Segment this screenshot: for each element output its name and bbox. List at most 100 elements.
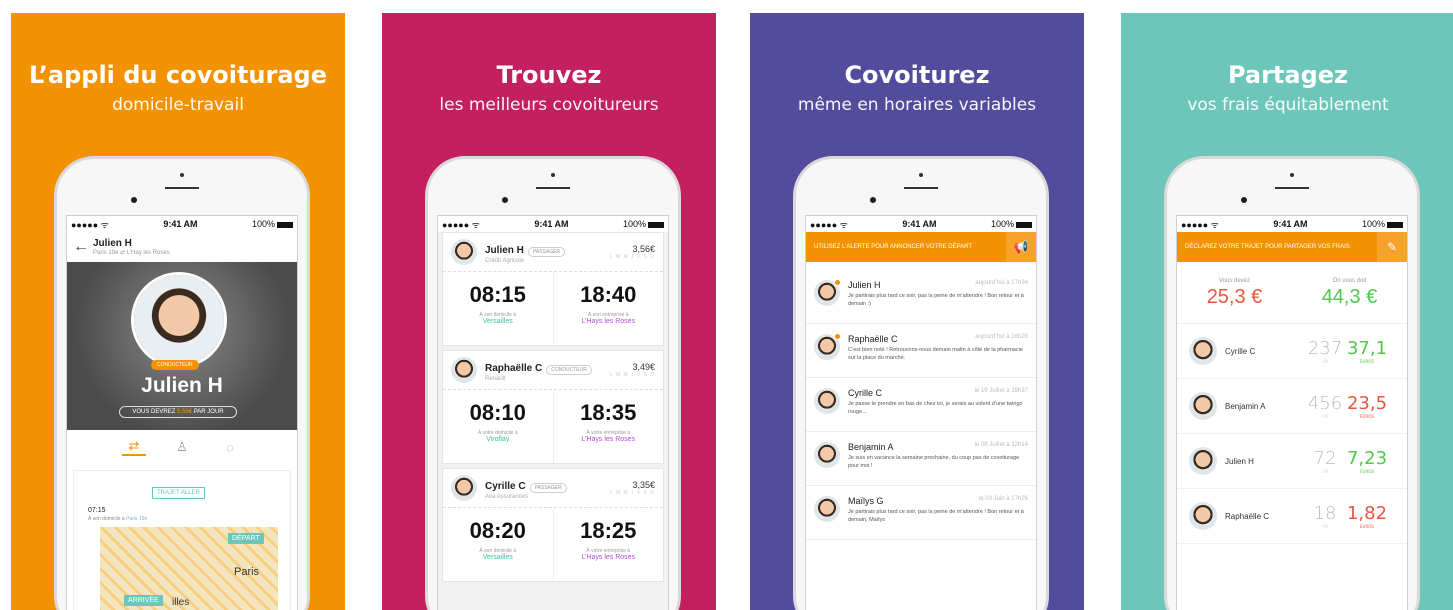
status-bar: ●●●●● ᯤ 9:41 AM 100% (67, 216, 297, 232)
phone-camera (131, 197, 137, 203)
message-top: Maïlys G le 03 Juin à 17h26 (848, 496, 1028, 506)
message-item[interactable]: Maïlys G le 03 Juin à 17h26 Je partirais … (806, 486, 1036, 540)
ride-card[interactable]: Julien H PASSAGER Crédit Agricole 3,56€ L … (442, 232, 664, 346)
km-unit: KM (1321, 359, 1329, 364)
departure-place: Versailles (482, 318, 513, 325)
back-arrow-icon[interactable]: ← (73, 238, 93, 256)
message-item[interactable]: Cyrille C le 19 Juillet à 19h37 Je passe … (806, 378, 1036, 432)
expense-name: Raphaëlle C (1225, 511, 1270, 521)
megaphone-icon[interactable]: 📢 (1006, 232, 1036, 262)
message-body: Cyrille C le 19 Juillet à 19h37 Je passe … (848, 388, 1028, 421)
panel-subtitle: même en horaires variables (797, 95, 1037, 115)
expense-euros-value: 37,1 (1346, 338, 1388, 359)
arrival: 18:25 À votre entreprise à L’Hays les Rose… (552, 508, 664, 581)
departure: 08:20 À son domicile à Versailles (443, 508, 553, 581)
ride-card[interactable]: Raphaëlle C CONDUCTEUR Renault 3,49€ L M M… (442, 350, 664, 464)
trip-origin: À son domicile à Paris 19e (88, 516, 147, 522)
message-top: Benjamin A le 08 Juillet à 12h14 (848, 442, 1028, 452)
battery-icon (1016, 221, 1032, 228)
avatar (1189, 447, 1217, 475)
ride-company: Axa Assurances (485, 494, 529, 500)
ride-price-block: 3,35€ L M M J V S D (610, 480, 655, 496)
ride-company: Renault (485, 376, 506, 382)
arrival: 18:35 À votre entreprise à L’Hays les Rose… (552, 390, 664, 463)
battery: 100% (991, 219, 1032, 229)
carrier-signal: ●●●●● ᯤ (1181, 219, 1219, 230)
carrier-signal: ●●●●● ᯤ (71, 219, 109, 230)
ride-card[interactable]: Cyrille C PASSAGER Axa Assurances 3,35€ L … (442, 468, 664, 582)
message-item[interactable]: Benjamin A le 08 Juillet à 12h14 Je suis … (806, 432, 1036, 486)
expense-euros: 1,82 EUROS (1345, 503, 1389, 529)
message-body: Julien H aujourd’hui à 17h34 Je partirais… (848, 280, 1028, 313)
message-date: aujourd’hui à 17h34 (975, 280, 1028, 286)
profile-tabs: ⇄ ♙ ◌ (67, 430, 297, 464)
panel-carpool: Covoiturez même en horaires variables ●●… (750, 13, 1084, 610)
status-bar: ●●●●● ᯤ 9:41 AM 100% (1177, 216, 1407, 232)
ride-times: 08:10 À votre domicile à Viroflay 18:35 À v… (443, 389, 663, 463)
battery-icon (277, 221, 293, 228)
message-top: Raphaëlle C aujourd’hui à 16h28 (848, 334, 1028, 344)
phone-sensor (551, 173, 555, 177)
expense-km: 18 KM (1305, 503, 1345, 529)
daily-cost-amount: 5,56€ (177, 409, 193, 415)
ride-times: 08:20 À son domicile à Versailles 18:25 À v… (443, 507, 663, 581)
phone-speaker (1275, 187, 1309, 189)
profile-name: Julien H (93, 238, 132, 249)
edit-icon[interactable]: ✎ (1377, 232, 1407, 262)
panel-intro: L’appli du covoiturage domicile-travail … (11, 13, 345, 610)
expense-row[interactable]: Raphaëlle C 18 KM 1,82 EUROS (1177, 489, 1407, 544)
phone-speaker (904, 187, 938, 189)
ride-name: Raphaëlle C (485, 363, 543, 374)
message-sender: Cyrille C (848, 388, 883, 398)
panel-title: L’appli du covoiturage (29, 61, 327, 89)
trip-card: TRAJET ALLER 07:15 À son domicile à Pari… (73, 470, 291, 610)
expense-km: 237 KM (1305, 338, 1345, 364)
message-date: le 03 Juin à 17h26 (978, 496, 1028, 502)
declare-trip-banner[interactable]: DÉCLAREZ VOTRE TRAJET POUR PARTAGER VOS … (1177, 232, 1407, 262)
avatar (451, 475, 477, 501)
user-icon[interactable]: ♙ (170, 439, 194, 455)
avatar (814, 496, 840, 522)
route-icon[interactable]: ⇄ (122, 438, 146, 456)
avatar (451, 239, 477, 265)
departure-alert-banner[interactable]: UTILISEZ L’ALERTE POUR ANNONCER VOTRE DÉ… (806, 232, 1036, 262)
message-text: Je partirais plus tard ce soir, pas la p… (848, 509, 1024, 523)
owe-value: 25,3 € (1206, 286, 1263, 308)
phone-sensor (1290, 173, 1294, 177)
expense-km-value: 456 (1307, 393, 1343, 414)
ride-days: L M M J V S D (609, 254, 655, 260)
chat-icon[interactable]: ◌ (218, 440, 242, 455)
phone-screen: ●●●●● ᯤ 9:41 AM 100% ← Julien H Paris 19… (66, 215, 298, 610)
battery-label: 100% (622, 219, 646, 229)
phone-speaker (165, 187, 199, 189)
message-top: Cyrille C le 19 Juillet à 19h37 (848, 388, 1028, 398)
expense-row[interactable]: Julien H 72 KM 7,23 EUROS (1177, 434, 1407, 489)
expense-euros-value: 23,5 (1346, 393, 1388, 414)
declare-trip-text: DÉCLAREZ VOTRE TRAJET POUR PARTAGER VOS … (1185, 244, 1350, 250)
expense-row[interactable]: Cyrille C 237 KM 37,1 EUROS (1177, 324, 1407, 379)
departure-time: 08:10 (469, 400, 526, 425)
ride-header: Cyrille C PASSAGER Axa Assurances 3,35€ L … (443, 469, 663, 507)
km-unit: KM (1321, 414, 1329, 419)
expense-row[interactable]: Benjamin A 456 KM 23,5 EUROS (1177, 379, 1407, 434)
message-sender: Maïlys G (848, 496, 884, 506)
panel-subtitle: domicile-travail (112, 95, 244, 115)
expense-km: 456 KM (1305, 393, 1345, 419)
ride-company: Crédit Agricole (485, 258, 525, 264)
expense-euros: 7,23 EUROS (1345, 448, 1389, 474)
status-time: 9:41 AM (163, 219, 198, 229)
battery-icon (1387, 221, 1403, 228)
phone-camera (502, 197, 508, 203)
trip-direction-badge: TRAJET ALLER (152, 487, 205, 499)
expense-euros-value: 1,82 (1346, 503, 1388, 524)
unread-dot (834, 333, 841, 340)
ride-price-block: 3,49€ L M M J V S D (610, 362, 655, 378)
due-column: On vous doit 44,3 € (1292, 262, 1407, 323)
message-item[interactable]: Raphaëlle C aujourd’hui à 16h28 C’est bie… (806, 324, 1036, 378)
status-time: 9:41 AM (1273, 219, 1308, 229)
battery-icon (648, 221, 664, 228)
arrival-place: L’Hays les Roses (581, 436, 636, 443)
phone-screen: ●●●●● ᯤ 9:41 AM 100% DÉCLAREZ VOTRE TRAJ… (1176, 215, 1408, 610)
status-time: 9:41 AM (534, 219, 569, 229)
message-item[interactable]: Julien H aujourd’hui à 17h34 Je partirais… (806, 270, 1036, 324)
